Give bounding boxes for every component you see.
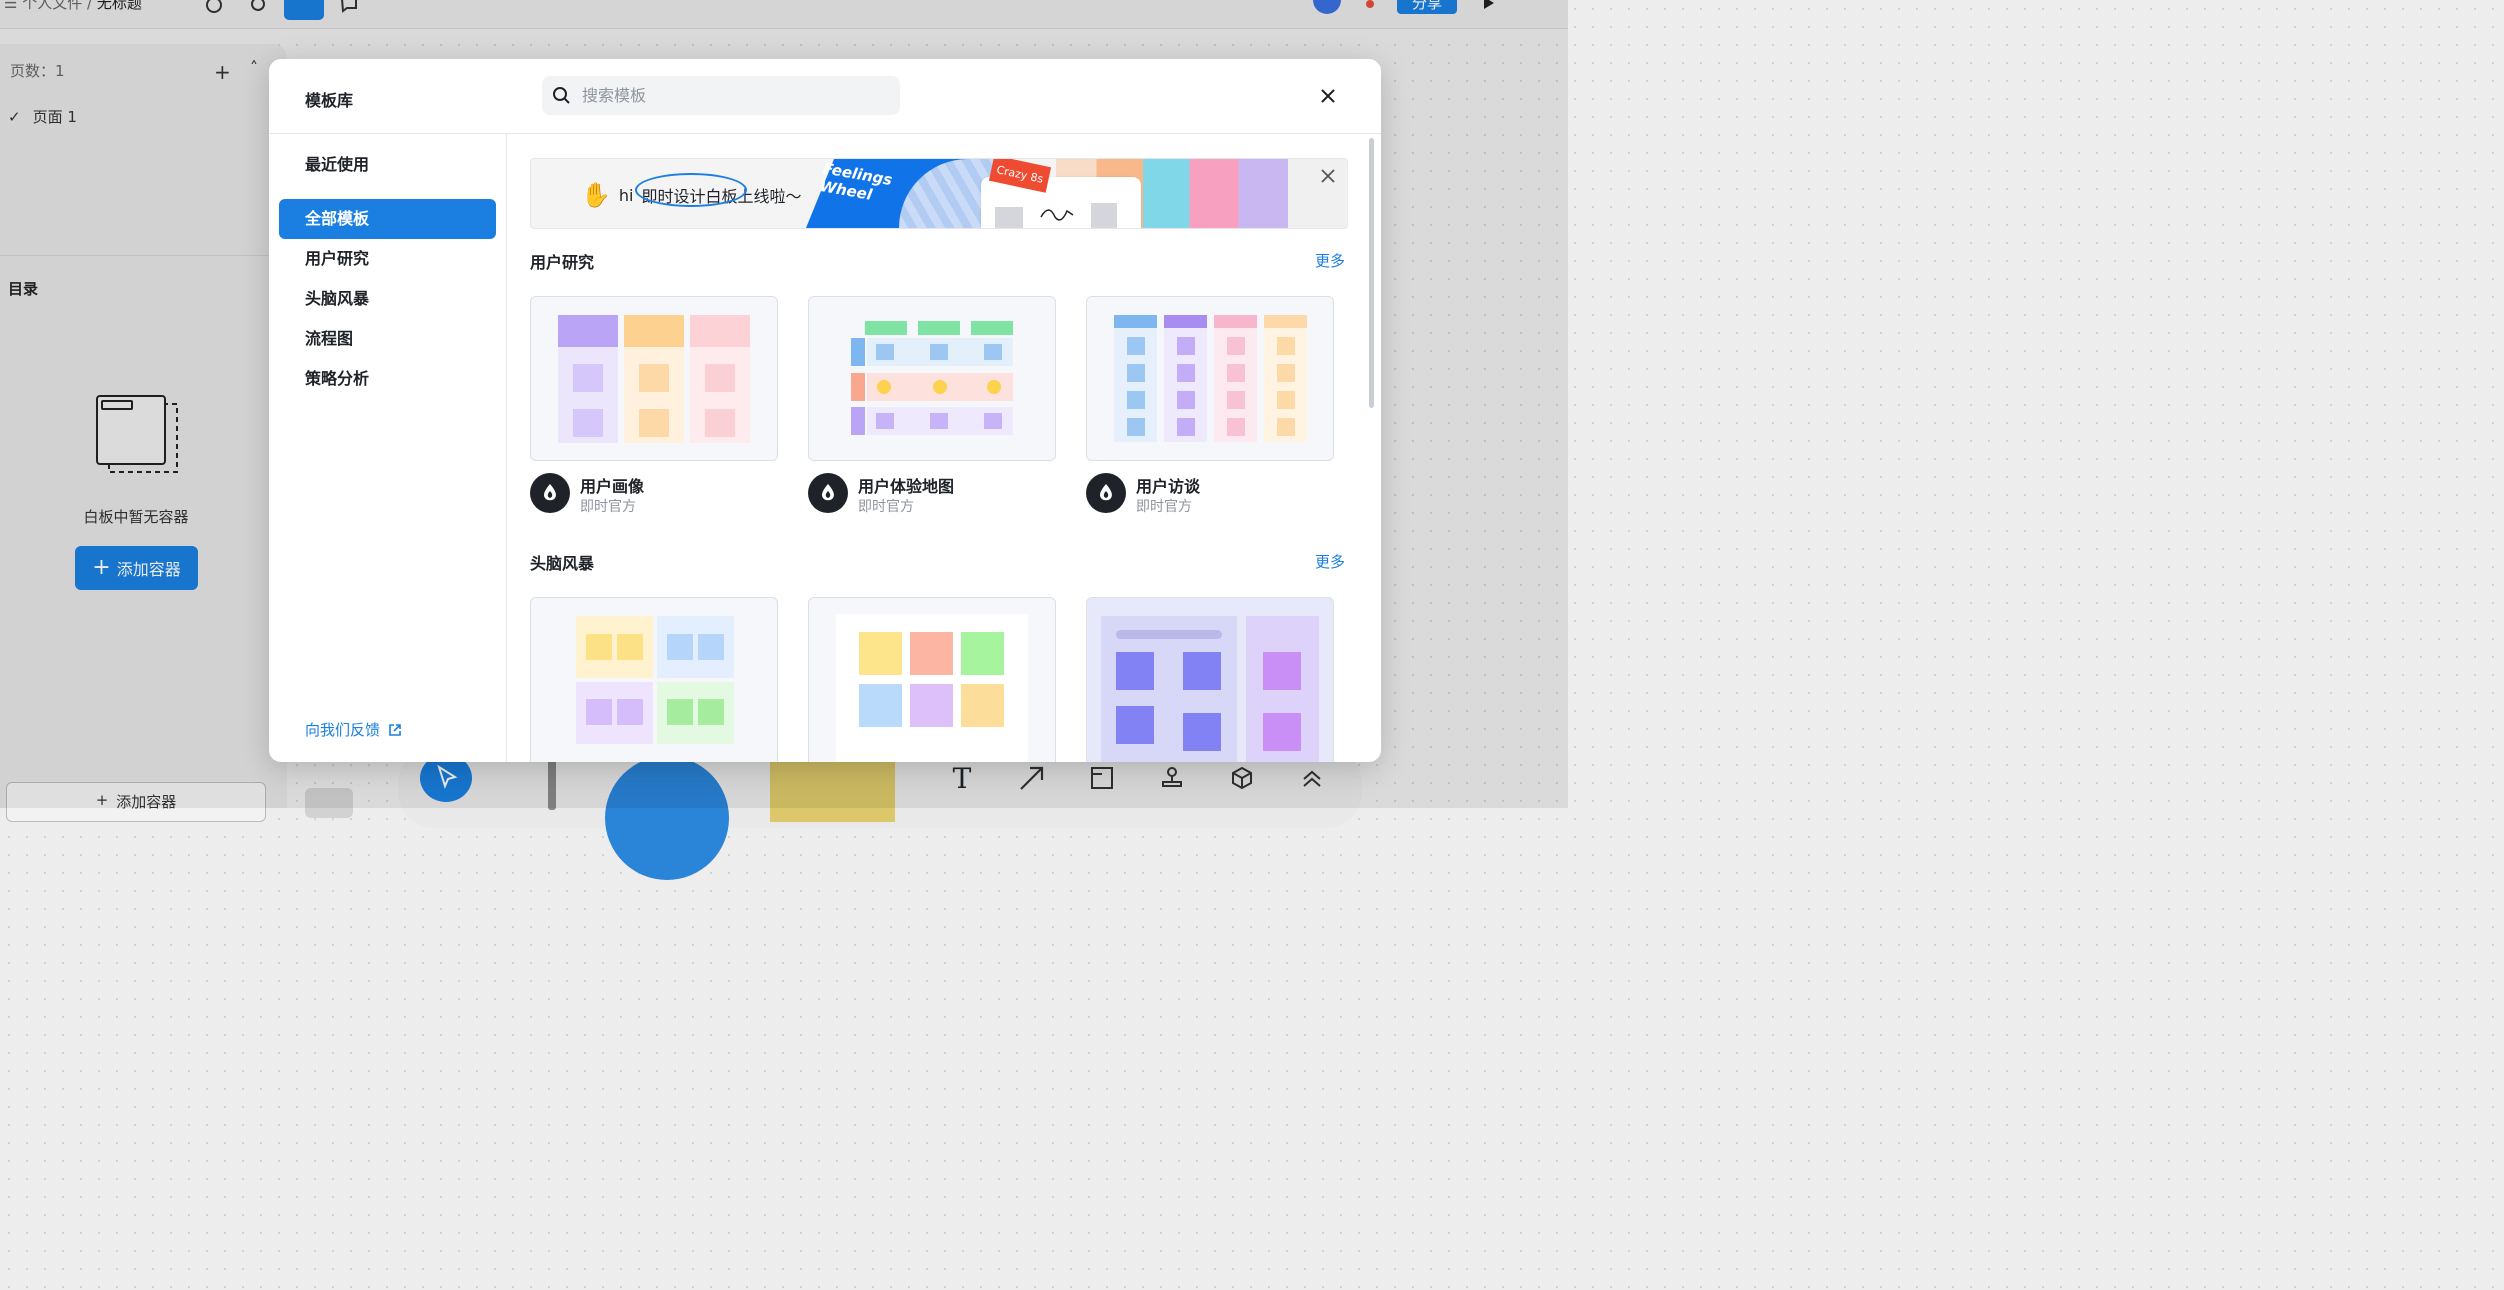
template-author: 即时官方 [858,499,914,515]
page-item[interactable]: ✓ 页面 1 [8,106,77,127]
breadcrumb-folder[interactable]: 个人文件 [22,0,82,12]
banner-close-icon[interactable] [1319,167,1337,185]
pen-tool-icon[interactable] [548,760,556,810]
share-button[interactable]: 分享 [1397,0,1457,14]
container-icon [95,394,181,480]
page-item-label: 页面 1 [32,108,77,126]
template-card-thumbnail[interactable] [1086,597,1334,762]
play-icon[interactable] [1478,0,1500,16]
scrollbar[interactable] [1369,138,1374,408]
pages-count: 页数：1 [10,62,65,80]
template-library-modal: 模板库 最近使用 全部模板 用户研究 头脑风暴 流程图 策略分析 向我们反馈 ✋… [269,59,1381,762]
more-link-user-research[interactable]: 更多 [1315,250,1345,271]
more-tools-icon[interactable] [1292,760,1332,796]
template-card-thumbnail[interactable] [530,296,778,461]
search-icon[interactable] [248,0,270,16]
sidebar-item-flowchart[interactable]: 流程图 [279,319,496,359]
comment-icon[interactable] [338,0,360,16]
text-tool-icon[interactable]: T [942,760,982,796]
breadcrumb: ☰ 个人文件 / 无标题 ˅ [4,0,154,13]
template-name[interactable]: 用户体验地图 [858,473,954,497]
sidebar-item-all-templates[interactable]: 全部模板 [279,199,496,239]
minimap-thumbnail[interactable] [305,788,353,818]
sidebar-item-user-research[interactable]: 用户研究 [279,239,496,279]
banner-rest: 上线啦～ [737,187,802,206]
external-link-icon [389,723,401,736]
template-library-button[interactable] [284,0,324,20]
template-card-thumbnail[interactable] [808,296,1056,461]
plus-icon: + [95,791,109,809]
highlight-ring [635,173,747,207]
search-input[interactable] [580,85,884,106]
component-tool-icon[interactable] [1222,760,1262,796]
shape-tool-icon[interactable] [605,756,729,880]
add-page-icon[interactable]: + [214,60,231,84]
template-card-thumbnail[interactable] [1086,296,1334,461]
template-content: ✋ hi 即时设计白板 上线啦～ Feelings Wheel Crazy 8s … [507,134,1381,762]
template-card-thumbnail[interactable] [530,597,778,762]
add-container-bottom-label: 添加容器 [116,793,177,811]
connector-tool-icon[interactable] [1012,760,1052,796]
modal-title: 模板库 [305,91,354,110]
search-box[interactable] [542,76,900,115]
add-container-label: 添加容器 [116,560,181,579]
check-icon: ✓ [8,107,21,126]
template-card-thumbnail[interactable] [808,597,1056,762]
template-name[interactable]: 用户访谈 [1136,473,1200,497]
template-name[interactable]: 用户画像 [580,473,644,497]
frame-tool-icon[interactable] [1082,760,1122,796]
notification-icon[interactable] [1355,0,1377,16]
close-icon[interactable] [1317,85,1339,107]
brand-logo-icon [1086,473,1126,513]
section-title-user-research: 用户研究 [530,253,595,272]
sidebar-item-strategy[interactable]: 策略分析 [279,359,496,399]
brand-logo-icon [530,473,570,513]
menu-icon[interactable]: ☰ [4,0,22,12]
banner-greeting: hi [618,185,634,205]
breadcrumb-separator: / [82,0,97,12]
plus-icon: + [92,555,111,580]
breadcrumb-file[interactable]: 无标题 [97,0,142,12]
sidebar-item-brainstorm[interactable]: 头脑风暴 [279,279,496,319]
sticky-note-tool-icon[interactable] [770,762,895,822]
add-container-button[interactable]: + 添加容器 [75,546,198,590]
feedback-link[interactable]: 向我们反馈 [305,719,402,740]
template-author: 即时官方 [580,499,636,515]
divider [0,255,287,256]
sidebar-item-recent[interactable]: 最近使用 [279,145,496,185]
template-author: 即时官方 [1136,499,1192,515]
feedback-label: 向我们反馈 [305,721,381,739]
banner-whiteboard-graphic [981,177,1141,228]
collapse-icon[interactable]: ˄ [250,58,258,77]
more-link-brainstorm[interactable]: 更多 [1315,551,1345,572]
empty-state-text: 白板中暂无容器 [83,508,189,526]
toc-title: 目录 [8,280,39,298]
waving-hand-icon: ✋ [581,181,611,209]
search-icon [553,86,570,104]
add-container-bottom-button[interactable]: + 添加容器 [6,782,266,822]
section-title-brainstorm: 头脑风暴 [530,554,595,573]
stamp-tool-icon[interactable] [1152,760,1192,796]
chevron-down-icon[interactable]: ˅ [147,0,155,12]
history-icon[interactable] [203,0,225,16]
brand-logo-icon [808,473,848,513]
announcement-banner[interactable]: ✋ hi 即时设计白板 上线啦～ Feelings Wheel Crazy 8s [530,158,1348,229]
